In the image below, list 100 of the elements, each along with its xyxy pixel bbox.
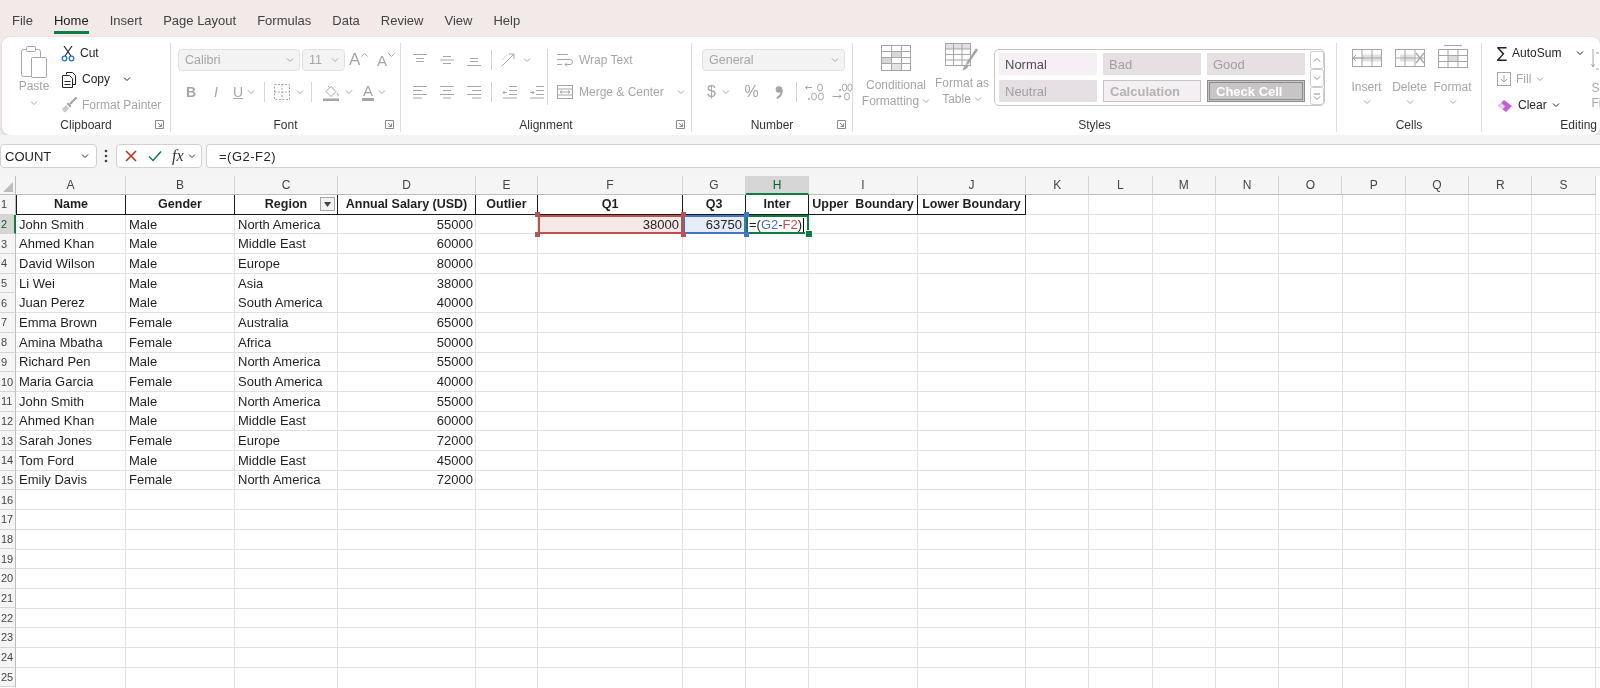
checkmark-icon[interactable]: [148, 150, 162, 162]
column-heading: Annual Salary (USD): [345, 197, 468, 212]
table-cell-text: Female: [128, 373, 174, 392]
range-corner-handle[interactable]: [681, 211, 686, 217]
caret-icon: [378, 89, 386, 95]
row-header[interactable]: 17: [0, 510, 16, 530]
copy-button[interactable]: Copy: [58, 67, 165, 91]
caret-icon: [286, 57, 294, 63]
name-box[interactable]: COUNT: [0, 144, 97, 168]
row-header[interactable]: 3: [0, 234, 16, 255]
column-header[interactable]: F: [538, 176, 683, 195]
menu-tab[interactable]: Page Layout: [163, 13, 237, 37]
fill-down-icon: [1497, 72, 1511, 86]
column-header[interactable]: M: [1152, 176, 1216, 195]
column-header[interactable]: S: [1532, 176, 1596, 195]
menu-tab[interactable]: View: [444, 13, 473, 37]
menu-tab[interactable]: File: [12, 13, 33, 37]
menu-tab[interactable]: Data: [332, 13, 360, 37]
menu-tab[interactable]: Review: [380, 13, 424, 37]
dialog-launcher-icon[interactable]: [837, 120, 846, 129]
group-label: Alignment: [519, 117, 573, 132]
column-header[interactable]: G: [683, 176, 746, 195]
dialog-launcher-icon[interactable]: [155, 120, 164, 129]
row-header[interactable]: 8: [0, 332, 16, 353]
caret-icon: [1576, 50, 1585, 56]
row-header[interactable]: 20: [0, 569, 16, 589]
column-header[interactable]: O: [1279, 176, 1343, 195]
borders-icon: [273, 83, 291, 101]
table-cell-text: 72000: [435, 432, 474, 451]
column-header[interactable]: N: [1215, 176, 1280, 195]
row-header[interactable]: 19: [0, 549, 16, 570]
filter-button[interactable]: [320, 197, 335, 211]
clear-button[interactable]: Clear: [1494, 93, 1588, 117]
table-cell-text: Middle East: [237, 235, 307, 254]
table-cell-text: 45000: [435, 451, 474, 470]
column-header[interactable]: L: [1089, 176, 1153, 195]
column-header[interactable]: K: [1026, 176, 1090, 195]
row-header[interactable]: 1: [0, 195, 16, 215]
column-header[interactable]: D: [338, 176, 476, 195]
column-header[interactable]: B: [126, 176, 235, 195]
row-header[interactable]: 14: [0, 450, 16, 471]
row-header[interactable]: 16: [0, 490, 16, 510]
table-cell-text: Middle East: [237, 412, 307, 431]
table-cell-text: Amina Mbatha: [18, 333, 104, 352]
row-header[interactable]: 2: [0, 214, 16, 235]
caret-icon: [676, 89, 685, 95]
row-header[interactable]: 5: [0, 273, 16, 294]
column-header[interactable]: A: [16, 176, 126, 195]
menu-tab[interactable]: Formulas: [257, 13, 312, 37]
table-cell-text: Ahmed Khan: [18, 235, 96, 254]
row-header[interactable]: 18: [0, 529, 16, 550]
autosum-button[interactable]: ∑ AutoSum: [1494, 41, 1588, 65]
row-header[interactable]: 21: [0, 588, 16, 609]
scroll-down-icon[interactable]: [1310, 69, 1324, 87]
caret-icon: [388, 53, 395, 57]
vertical-dots-icon: [104, 149, 108, 163]
range-corner-handle[interactable]: [744, 232, 749, 238]
column-heading: Q1: [601, 197, 619, 212]
row-header[interactable]: 6: [0, 293, 16, 314]
column-header[interactable]: R: [1469, 176, 1533, 195]
row-header[interactable]: 11: [0, 391, 16, 412]
cut-button[interactable]: Cut: [58, 41, 165, 65]
group-label: Font: [273, 117, 298, 132]
row-header[interactable]: 15: [0, 470, 16, 491]
select-all-icon[interactable]: [3, 182, 13, 192]
column-header[interactable]: J: [918, 176, 1026, 195]
column-header[interactable]: H: [746, 176, 809, 195]
range-corner-handle[interactable]: [744, 211, 749, 217]
row-header[interactable]: 23: [0, 628, 16, 648]
row-header[interactable]: 4: [0, 254, 16, 274]
row-header[interactable]: 12: [0, 411, 16, 432]
column-header[interactable]: C: [235, 176, 338, 195]
menu-tab[interactable]: Insert: [109, 13, 143, 37]
scroll-up-icon[interactable]: [1310, 51, 1324, 69]
table-cell-text: Sarah Jones: [18, 432, 93, 451]
column-header[interactable]: Q: [1405, 176, 1470, 195]
row-header[interactable]: 10: [0, 372, 16, 392]
dialog-launcher-icon[interactable]: [676, 120, 685, 129]
row-header[interactable]: 25: [0, 667, 16, 688]
insert-function-button[interactable]: fx: [172, 147, 196, 165]
dialog-launcher-icon[interactable]: [385, 120, 394, 129]
menu-tab[interactable]: Help: [493, 13, 521, 37]
cancel-icon[interactable]: [125, 150, 137, 162]
menu-tab[interactable]: Home: [53, 13, 89, 37]
table-cell-text: 38000: [435, 274, 474, 293]
row-header[interactable]: 9: [0, 352, 16, 373]
table-cell-text: 50000: [435, 333, 474, 352]
column-header[interactable]: P: [1342, 176, 1406, 195]
range-corner-handle[interactable]: [535, 211, 540, 217]
more-styles-icon[interactable]: [1310, 87, 1324, 105]
row-header[interactable]: 13: [0, 431, 16, 451]
column-header[interactable]: E: [476, 176, 538, 195]
range-corner-handle[interactable]: [535, 232, 540, 238]
fill-handle[interactable]: [805, 230, 813, 239]
formula-input[interactable]: =(G2-F2): [206, 144, 1600, 168]
column-header[interactable]: I: [809, 176, 918, 195]
range-corner-handle[interactable]: [681, 232, 686, 238]
row-header[interactable]: 24: [0, 647, 16, 668]
row-header[interactable]: 7: [0, 313, 16, 333]
row-header[interactable]: 22: [0, 608, 16, 629]
